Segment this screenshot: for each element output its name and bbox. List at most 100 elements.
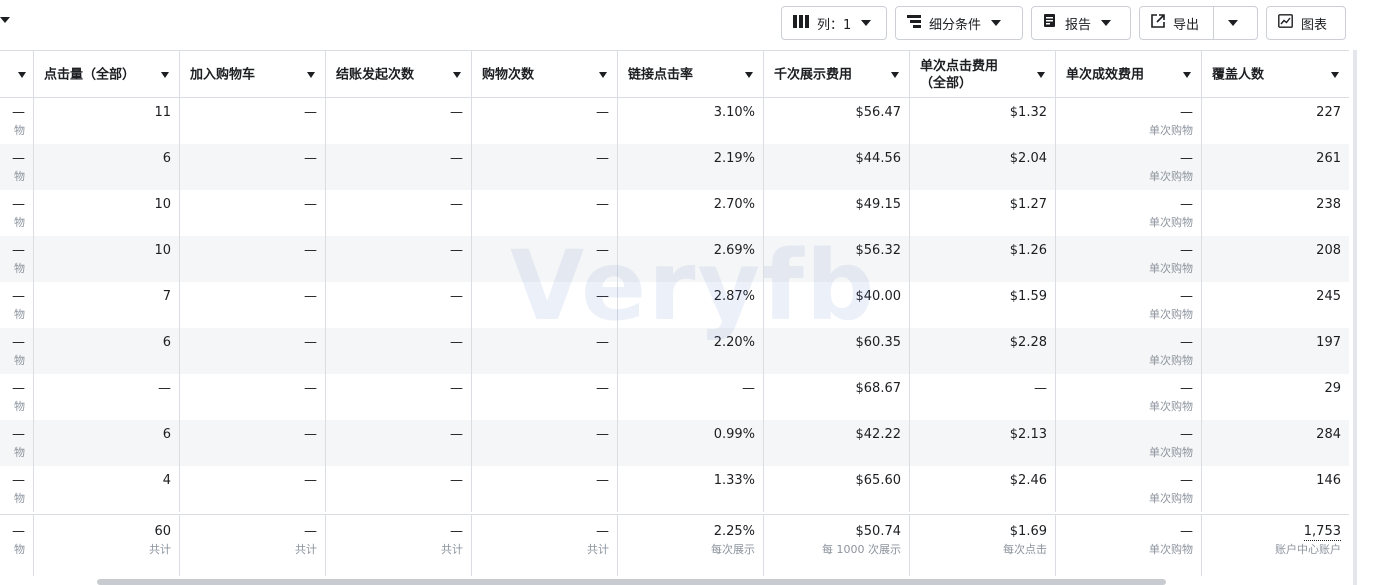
export-button[interactable]: 导出 [1139,6,1258,40]
cell-link-ctr: 2.87% [618,282,764,328]
report-icon [1043,14,1057,32]
cell-partial: — 物 [0,190,34,236]
column-header-cost-per-result[interactable]: 单次成效费用 [1056,51,1202,98]
export-label: 导出 [1173,17,1200,33]
cell-reach: 227 [1316,105,1341,120]
table-row: — 物 11— — —3.10% $56.47 $1.32— 单次购物 227 [0,98,1349,144]
chevron-down-icon [991,20,1002,26]
chevron-down-icon [1101,20,1112,26]
cell-checkout: — [326,190,472,236]
columns-icon [793,14,809,32]
column-header-partial[interactable] [0,51,34,98]
cell-partial: — 物 [0,328,34,374]
cell-clicks: 7 [34,282,180,328]
cell-purchases: — [472,190,618,236]
table-row: — 物 7— — —2.87% $40.00 $1.59— 单次购物 245 [0,282,1349,328]
columns-label: 列：1 [817,17,852,33]
cell-link-ctr: 2.69% [618,236,764,282]
column-header-cpc[interactable]: 单次点击费用 （全部） [910,51,1056,98]
cell-add-to-cart: — [180,466,326,512]
table-row: — 物 10— — —2.70% $49.15 $1.27— 单次购物 238 [0,190,1349,236]
cell-reach: 238 [1316,197,1341,212]
column-header-reach[interactable]: 覆盖人数 [1202,51,1349,98]
cell-cpm: $56.47 [764,98,910,144]
sort-caret-icon[interactable] [745,72,753,78]
cell-reach: 29 [1324,381,1341,396]
columns-button[interactable]: 列：1 [781,6,887,40]
cell-cpm: $40.00 [764,282,910,328]
cell-cpc: $1.59 [910,282,1056,328]
sort-caret-icon[interactable] [1331,72,1339,78]
table-row: — 物 4— — —1.33% $65.60 $2.46— 单次购物 146 [0,466,1349,512]
sort-caret-icon[interactable] [1037,72,1045,78]
cell-add-to-cart: — [180,282,326,328]
cell-link-ctr: 2.19% [618,144,764,190]
cell-partial: — 物 [0,236,34,282]
total-cell-reach: 1,753 账户中心账户 [1275,524,1341,556]
cell-cpc: — [910,374,1056,420]
table-row: — 物 10— — —2.69% $56.32 $1.26— 单次购物 208 [0,236,1349,282]
breakdown-button[interactable]: 细分条件 [895,6,1023,40]
cell-cost-per-result: — 单次购物 [1056,282,1202,328]
sort-caret-icon[interactable] [891,72,899,78]
cell-add-to-cart: — [180,420,326,466]
export-icon [1151,14,1165,32]
column-header-purchases[interactable]: 购物次数 [472,51,618,98]
sort-caret-icon[interactable] [453,72,461,78]
cell-cpm: $60.35 [764,328,910,374]
cell-checkout: — [326,420,472,466]
cell-add-to-cart: — [180,144,326,190]
column-header-clicks[interactable]: 点击量（全部） [34,51,180,98]
total-cell-purchases: — 共计 [472,515,618,576]
cell-add-to-cart: — [180,236,326,282]
cell-link-ctr: 1.33% [618,466,764,512]
cell-link-ctr: 3.10% [618,98,764,144]
cell-add-to-cart: — [180,328,326,374]
cell-cost-per-result: — 单次购物 [1056,420,1202,466]
charts-button[interactable]: 图表 [1266,6,1346,40]
cell-clicks: 10 [34,236,180,282]
cell-partial: — 物 [0,282,34,328]
cell-reach: 245 [1316,289,1341,304]
cell-checkout: — [326,374,472,420]
column-header-add-to-cart[interactable]: 加入购物车 [180,51,326,98]
cell-link-ctr: 2.70% [618,190,764,236]
cell-reach: 197 [1316,335,1341,350]
cell-cost-per-result: — 单次购物 [1056,374,1202,420]
cell-cpc: $2.46 [910,466,1056,512]
cell-add-to-cart: — [180,98,326,144]
cell-reach: 284 [1316,427,1341,442]
cell-checkout: — [326,144,472,190]
collapse-caret-icon[interactable] [0,17,10,23]
vertical-scroll-track[interactable] [1353,50,1357,585]
cell-cpc: $2.04 [910,144,1056,190]
sort-caret-icon[interactable] [161,72,169,78]
cell-checkout: — [326,236,472,282]
cell-reach: 261 [1316,151,1341,166]
cell-partial: — 物 [0,466,34,512]
total-cell-cost-per-result: — 单次购物 [1056,515,1202,576]
cell-purchases: — [472,466,618,512]
total-cell-add-to-cart: — 共计 [180,515,326,576]
reports-button[interactable]: 报告 [1031,6,1131,40]
cell-cost-per-result: — 单次购物 [1056,98,1202,144]
sort-caret-icon[interactable] [1183,72,1191,78]
cell-checkout: — [326,328,472,374]
cell-cpm: $42.22 [764,420,910,466]
total-cell-link-ctr: 2.25% 每次展示 [618,515,764,576]
column-header-checkout[interactable]: 结账发起次数 [326,51,472,98]
column-header-cpm[interactable]: 千次展示费用 [764,51,910,98]
charts-label: 图表 [1301,17,1328,33]
cell-partial: — 物 [0,374,34,420]
cell-cpm: $49.15 [764,190,910,236]
export-dropdown-chevron-icon[interactable] [1228,20,1238,26]
table-row: — 物 6— — —2.20% $60.35 $2.28— 单次购物 197 [0,328,1349,374]
sort-caret-icon[interactable] [599,72,607,78]
total-cell-cpm: $50.74 每 1000 次展示 [764,515,910,576]
sort-caret-icon[interactable] [307,72,315,78]
cell-purchases: — [472,328,618,374]
column-header-link-ctr[interactable]: 链接点击率 [618,51,764,98]
horizontal-scrollbar[interactable] [97,579,1166,585]
export-split-divider [1213,7,1214,39]
sort-caret-icon[interactable] [18,72,26,78]
